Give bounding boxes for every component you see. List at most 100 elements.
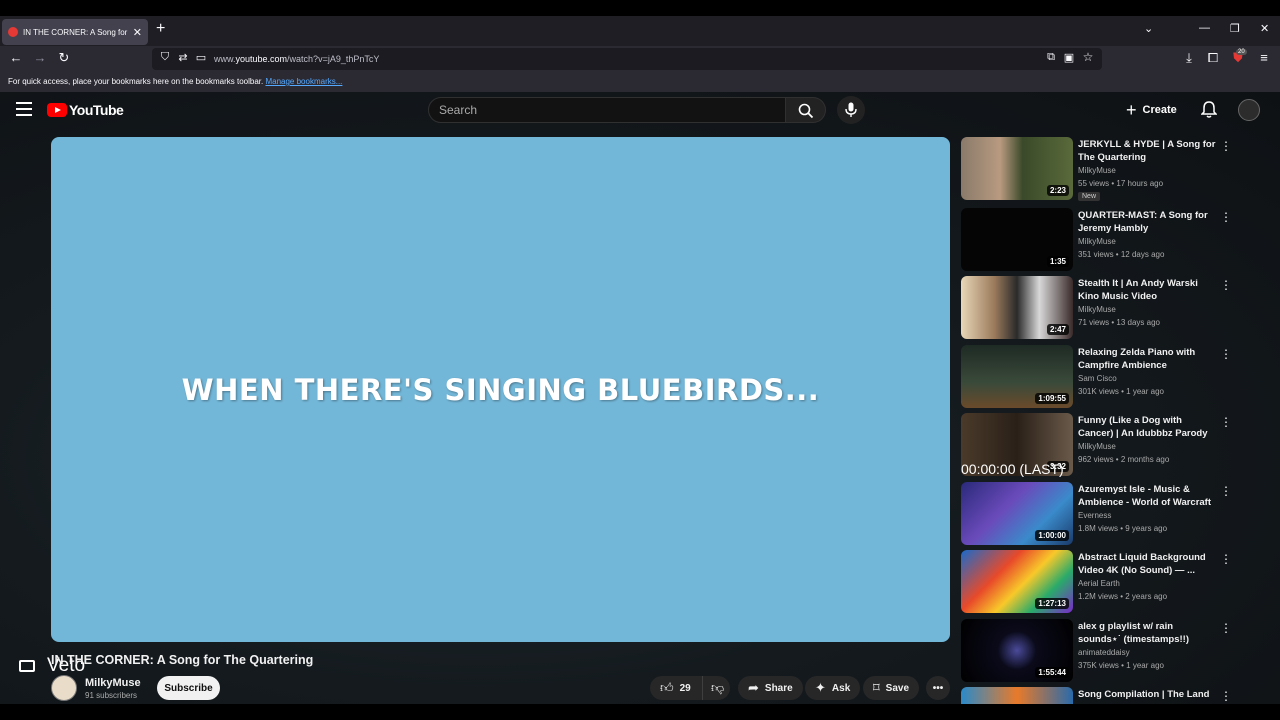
search-button[interactable]	[786, 97, 826, 123]
recommendation-card[interactable]: 2:23 JERKYLL & HYDE | A Song for The Quar…	[961, 137, 1241, 201]
recommendation-meta: 1.2M views • 2 years ago	[1078, 592, 1168, 601]
dislike-button[interactable]: 👎︎	[702, 676, 730, 700]
youtube-page: YouTube + Create WHEN THERE'S SINGING BL…	[0, 92, 1280, 704]
recommendation-channel[interactable]: animateddaisy	[1078, 648, 1130, 657]
recommendation-card[interactable]: 1:35 QUARTER-MAST: A Song for Jeremy Hamb…	[961, 208, 1241, 272]
downloads-icon[interactable]: ⤓	[1180, 50, 1198, 66]
create-button[interactable]: + Create	[1126, 98, 1177, 122]
video-thumbnail[interactable]: 1:27:13	[961, 550, 1073, 613]
save-button[interactable]: ⌑ Save	[863, 676, 920, 700]
window-top-band	[0, 0, 1280, 16]
recommendation-meta: 351 views • 12 days ago	[1078, 250, 1165, 259]
like-button[interactable]: 👍︎ 29	[650, 676, 702, 700]
video-thumbnail[interactable]: 1:55:44	[961, 619, 1073, 682]
window-bottom-band	[0, 704, 1280, 720]
recommendation-title[interactable]: Azuremyst Isle - Music & Ambience - Worl…	[1078, 483, 1216, 509]
app-menu-icon[interactable]: ≡	[1255, 50, 1273, 65]
recommendation-meta: 71 views • 13 days ago	[1078, 318, 1160, 327]
bookmarks-toolbar: For quick access, place your bookmarks h…	[0, 72, 1280, 92]
restore-icon[interactable]: ❐	[1230, 22, 1240, 35]
recommendation-title[interactable]: Relaxing Zelda Piano with Campfire Ambie…	[1078, 346, 1216, 372]
translate-icon[interactable]: ⧉	[1042, 51, 1060, 64]
recommendation-title[interactable]: JERKYLL & HYDE | A Song for The Quarteri…	[1078, 138, 1216, 164]
search-input[interactable]	[429, 98, 785, 122]
voice-search-button[interactable]	[837, 96, 865, 124]
recommendation-title[interactable]: Stealth It | An Andy Warski Kino Music V…	[1078, 277, 1216, 303]
video-duration: 2:47	[1046, 324, 1069, 335]
recommendation-channel[interactable]: Aerial Earth	[1078, 579, 1120, 588]
shield-icon[interactable]: ⛉	[156, 51, 174, 64]
permissions-icon[interactable]: ⇄	[174, 51, 192, 64]
more-vertical-icon[interactable]: ⋮	[1220, 278, 1232, 292]
video-player[interactable]: WHEN THERE'S SINGING BLUEBIRDS...	[51, 137, 950, 642]
extension-badge: 20	[1236, 49, 1247, 55]
manage-bookmarks-link[interactable]: Manage bookmarks...	[265, 77, 342, 86]
video-thumbnail[interactable]: 2:47	[961, 276, 1073, 339]
ask-button[interactable]: ✦ Ask	[805, 676, 861, 700]
youtube-logo[interactable]: YouTube	[47, 102, 124, 118]
thumbs-up-icon: 👍︎	[660, 680, 674, 695]
reload-icon[interactable]: ↻	[55, 50, 73, 66]
bookmark-star-icon[interactable]: ☆	[1079, 50, 1097, 64]
more-vertical-icon[interactable]: ⋮	[1220, 484, 1232, 498]
browser-tab-active[interactable]: IN THE CORNER: A Song for Th ✕	[2, 19, 148, 45]
bookmark-icon: ⌑	[873, 680, 880, 695]
forward-icon[interactable]: →	[31, 50, 49, 65]
recommendation-card[interactable]: 1:27:13 Abstract Liquid Background Video …	[961, 550, 1241, 614]
hamburger-menu-icon[interactable]	[16, 102, 32, 116]
subscriber-count: 91 subscribers	[85, 691, 138, 700]
recommendation-card[interactable]: 1:09:55 Relaxing Zelda Piano with Campfir…	[961, 345, 1241, 409]
tab-strip: IN THE CORNER: A Song for Th ✕ + ⌄ — ❐ ✕	[0, 16, 1280, 46]
more-vertical-icon[interactable]: ⋮	[1220, 689, 1232, 703]
video-thumbnail[interactable]	[961, 687, 1073, 704]
url-bar[interactable]: ⛉ ⇄ ▭ www.youtube.com/watch?v=jA9_thPnTc…	[152, 48, 1102, 70]
more-vertical-icon[interactable]: ⋮	[1220, 347, 1232, 361]
recommendation-card[interactable]: 1:55:44 alex g playlist w/ rain sounds⋆˙ …	[961, 619, 1241, 683]
back-icon[interactable]: ←	[7, 50, 25, 65]
more-vertical-icon[interactable]: ⋮	[1220, 210, 1232, 224]
recommendation-card[interactable]: Song Compilation | The Land ⋮	[961, 687, 1241, 704]
account-avatar[interactable]	[1238, 99, 1260, 121]
channel-avatar[interactable]	[51, 675, 77, 701]
share-button[interactable]: ➦ Share	[738, 676, 803, 700]
video-duration: 1:55:44	[1035, 667, 1069, 678]
recommendation-channel[interactable]: MilkyMuse	[1078, 166, 1116, 175]
recommendation-title[interactable]: Song Compilation | The Land	[1078, 688, 1216, 701]
more-vertical-icon[interactable]: ⋮	[1220, 139, 1232, 153]
recommendation-title[interactable]: QUARTER-MAST: A Song for Jeremy Hambly	[1078, 209, 1216, 235]
recommendation-channel[interactable]: MilkyMuse	[1078, 237, 1116, 246]
video-thumbnail[interactable]: 1:09:55	[961, 345, 1073, 408]
recommendation-title[interactable]: Funny (Like a Dog with Cancer) | An Idub…	[1078, 414, 1216, 440]
window-close-icon[interactable]: ✕	[1260, 22, 1269, 35]
recommendation-channel[interactable]: Sam Cisco	[1078, 374, 1117, 383]
recommendation-channel[interactable]: MilkyMuse	[1078, 305, 1116, 314]
video-thumbnail[interactable]: 1:35	[961, 208, 1073, 271]
page-info-icon[interactable]: ▭	[192, 51, 210, 64]
bookmarks-hint: For quick access, place your bookmarks h…	[8, 77, 264, 86]
video-duration: 1:09:55	[1035, 393, 1069, 404]
more-vertical-icon[interactable]: ⋮	[1220, 552, 1232, 566]
video-lyric-caption: WHEN THERE'S SINGING BLUEBIRDS...	[181, 373, 820, 407]
video-thumbnail[interactable]: 1:00:00	[961, 482, 1073, 545]
recommendation-title[interactable]: Abstract Liquid Background Video 4K (No …	[1078, 551, 1216, 577]
more-actions-button[interactable]: •••	[926, 676, 950, 700]
sparkle-icon: ✦	[815, 680, 826, 695]
recommendation-card[interactable]: 2:47 Stealth It | An Andy Warski Kino Mus…	[961, 276, 1241, 340]
video-thumbnail[interactable]: 2:23	[961, 137, 1073, 200]
new-tab-icon[interactable]: +	[156, 20, 165, 38]
tab-close-icon[interactable]: ✕	[133, 26, 142, 39]
recommendation-card[interactable]: 1:00:00 Azuremyst Isle - Music & Ambience…	[961, 482, 1241, 546]
recommendation-title[interactable]: alex g playlist w/ rain sounds⋆˙ (timest…	[1078, 620, 1216, 646]
extensions-icon[interactable]: ⧠	[1204, 50, 1222, 66]
notifications-bell-icon[interactable]	[1201, 101, 1217, 119]
recommendation-channel[interactable]: MilkyMuse	[1078, 442, 1116, 451]
recommendation-channel[interactable]: Everness	[1078, 511, 1111, 520]
channel-name[interactable]: MilkyMuse	[85, 677, 141, 689]
reader-view-icon[interactable]: ▣	[1060, 51, 1078, 64]
recommendation-meta: 962 views • 2 months ago	[1078, 455, 1170, 464]
minimize-icon[interactable]: —	[1199, 22, 1210, 34]
more-vertical-icon[interactable]: ⋮	[1220, 415, 1232, 429]
more-vertical-icon[interactable]: ⋮	[1220, 621, 1232, 635]
tab-list-chevron-icon[interactable]: ⌄	[1144, 22, 1153, 35]
subscribe-button[interactable]: Subscribe	[157, 676, 220, 700]
